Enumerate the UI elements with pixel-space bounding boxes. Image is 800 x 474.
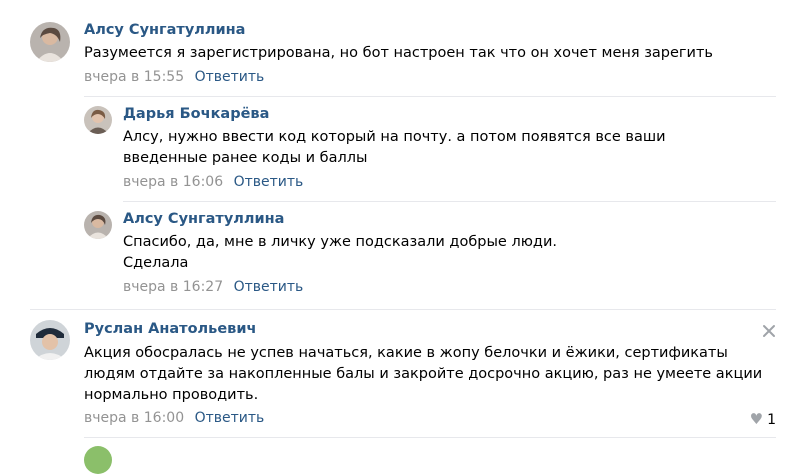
reply-button[interactable]: Ответить xyxy=(234,279,304,295)
comment-text: Акция обосралась не успев начаться, каки… xyxy=(84,345,763,403)
comment-text-line: Сделала xyxy=(123,255,189,271)
comment-date[interactable]: вчера в 16:27 xyxy=(123,279,223,295)
comment-text: Спасибо, да, мне в личку уже подсказали … xyxy=(123,232,753,274)
avatar[interactable] xyxy=(84,106,112,134)
comment-author[interactable]: Дарья Бочкарёва xyxy=(123,106,269,122)
like-button[interactable]: ♥ 1 xyxy=(750,410,776,428)
comment-meta: вчера в 16:06 Ответить xyxy=(123,174,303,190)
comment-date[interactable]: вчера в 15:55 xyxy=(84,69,184,85)
comment-author[interactable]: Алсу Сунгатуллина xyxy=(123,211,284,227)
reply-button[interactable]: Ответить xyxy=(195,410,265,426)
comment-date[interactable]: вчера в 16:00 xyxy=(84,410,184,426)
divider xyxy=(123,201,776,202)
divider xyxy=(30,309,776,310)
close-icon[interactable] xyxy=(762,323,776,337)
avatar[interactable] xyxy=(30,320,70,360)
comment-author[interactable]: Алсу Сунгатуллина xyxy=(84,22,245,38)
divider xyxy=(84,96,776,97)
reply-button[interactable]: Ответить xyxy=(234,174,304,190)
avatar[interactable] xyxy=(84,211,112,239)
comment-date[interactable]: вчера в 16:06 xyxy=(123,174,223,190)
comment-meta: вчера в 16:00 Ответить xyxy=(84,410,264,426)
avatar[interactable] xyxy=(30,22,70,62)
like-count: 1 xyxy=(767,412,776,428)
avatar[interactable] xyxy=(84,446,112,474)
divider xyxy=(84,437,776,438)
comment-meta: вчера в 16:27 Ответить xyxy=(123,279,303,295)
comment-text-line: Спасибо, да, мне в личку уже подсказали … xyxy=(123,234,557,250)
comment-text: Разумеется я зарегистрирована, но бот на… xyxy=(84,45,713,61)
comment-text: Алсу, нужно ввести код который на почту.… xyxy=(123,129,666,166)
reply-button[interactable]: Ответить xyxy=(195,69,265,85)
comment-meta: вчера в 15:55 Ответить xyxy=(84,69,264,85)
heart-icon: ♥ xyxy=(749,410,764,428)
comment-author[interactable]: Руслан Анатольевич xyxy=(84,321,256,337)
